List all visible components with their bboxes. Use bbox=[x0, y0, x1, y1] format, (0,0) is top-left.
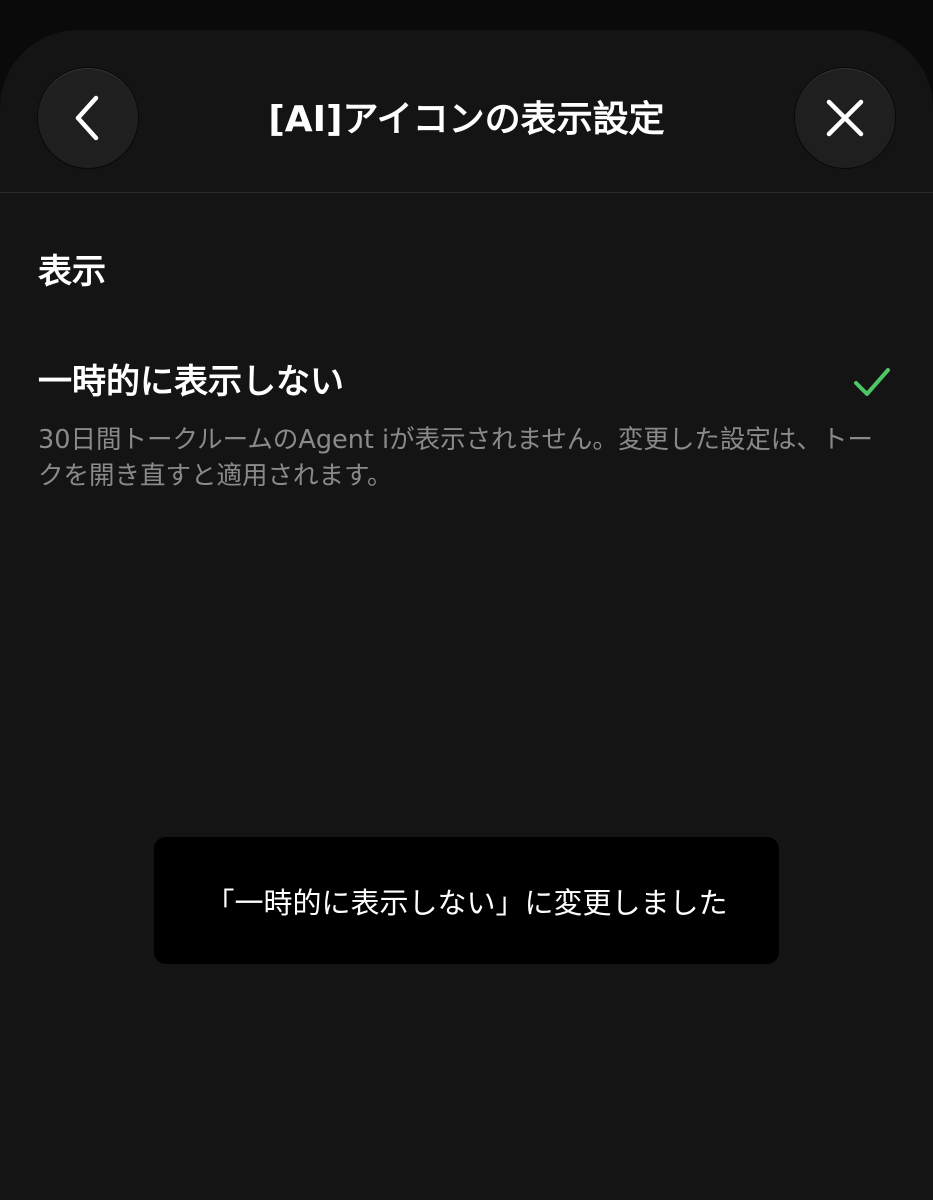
back-button[interactable] bbox=[38, 68, 138, 168]
chevron-left-icon bbox=[75, 95, 99, 141]
section-label-display: 表示 bbox=[38, 252, 106, 292]
sheet-header: [AI]アイコンの表示設定 bbox=[0, 30, 933, 193]
settings-sheet: [AI]アイコンの表示設定 表示 一時的に表示しない 30日間トークルームのAg… bbox=[0, 30, 933, 1200]
toast-notification: 「一時的に表示しない」に変更しました bbox=[154, 837, 779, 964]
close-icon bbox=[826, 99, 864, 137]
close-button[interactable] bbox=[795, 68, 895, 168]
option-title: 一時的に表示しない bbox=[38, 362, 344, 402]
checkmark-icon bbox=[854, 368, 890, 396]
page-title: [AI]アイコンの表示設定 bbox=[268, 99, 665, 140]
option-hide-temporarily[interactable]: 一時的に表示しない 30日間トークルームのAgent iが表示されません。変更し… bbox=[0, 350, 933, 510]
option-description: 30日間トークルームのAgent iが表示されません。変更した設定は、トークを開… bbox=[38, 425, 873, 491]
toast-message: 「一時的に表示しない」に変更しました bbox=[205, 885, 728, 920]
screen: [AI]アイコンの表示設定 表示 一時的に表示しない 30日間トークルームのAg… bbox=[0, 0, 933, 1200]
